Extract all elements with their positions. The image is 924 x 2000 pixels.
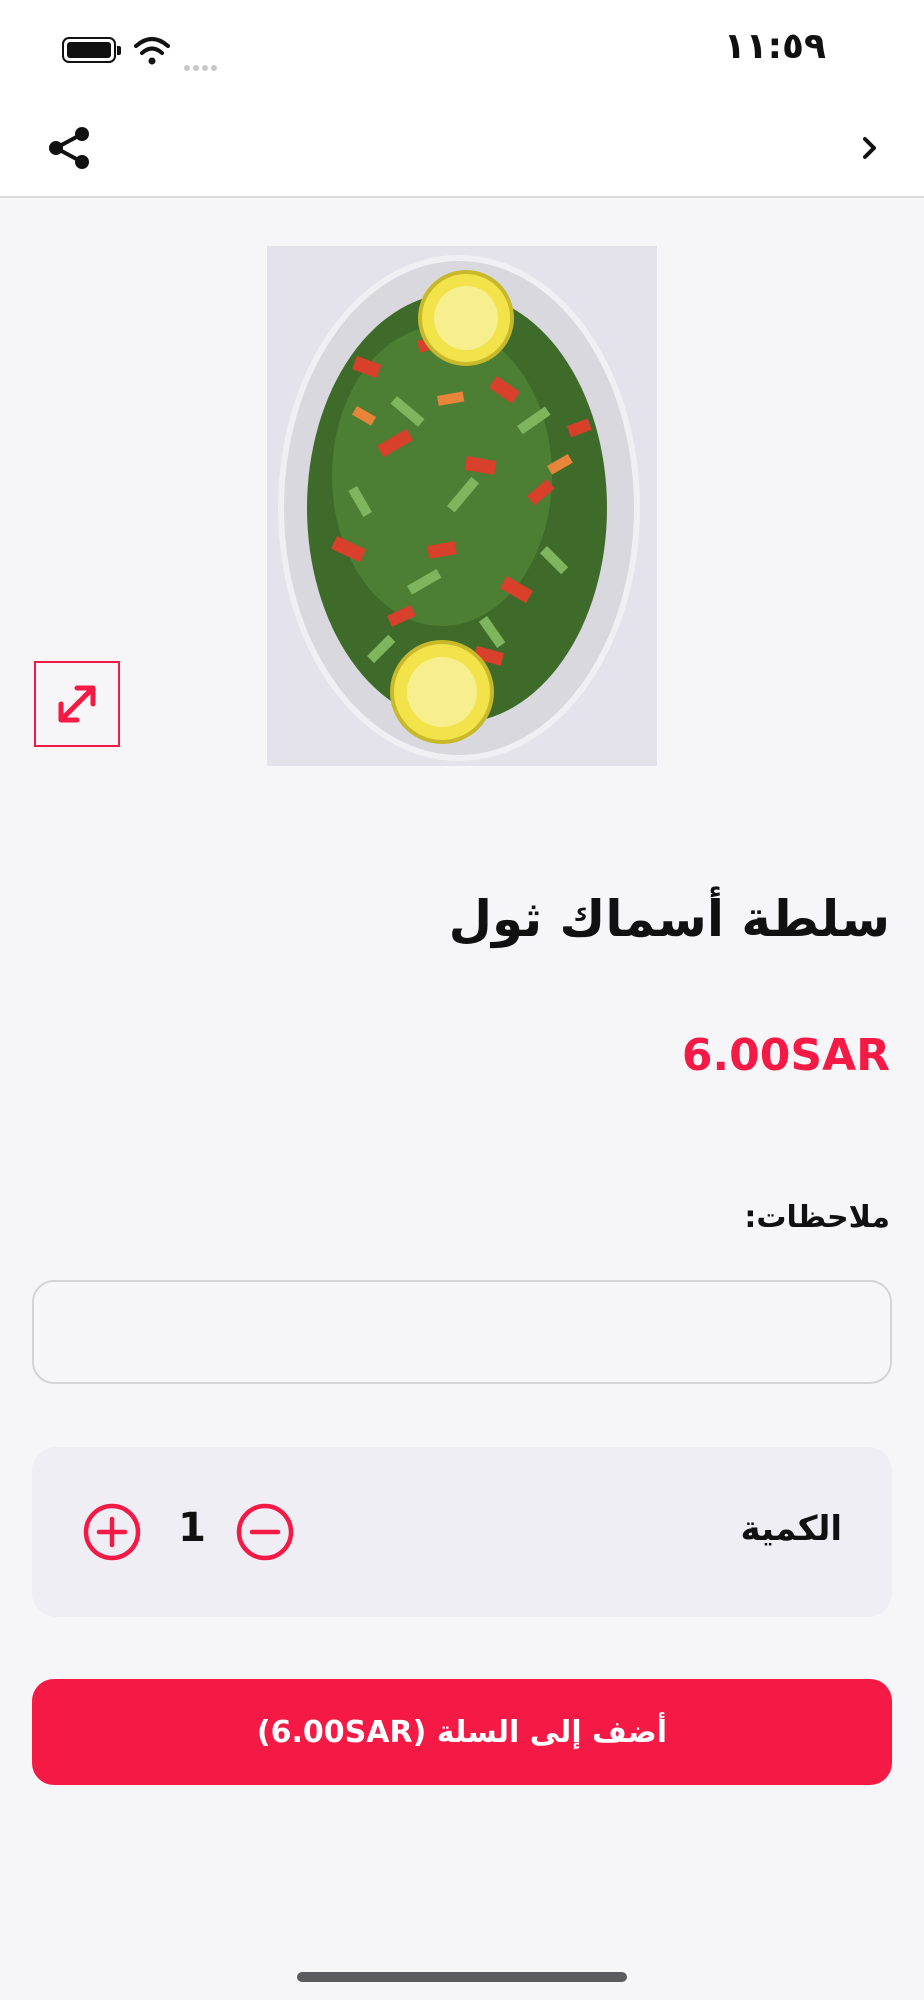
expand-icon [58, 685, 96, 723]
battery-icon [62, 37, 121, 63]
share-icon [49, 127, 89, 169]
add-to-cart-button[interactable]: أضف إلى السلة (6.00SAR) [32, 1679, 892, 1785]
quantity-value: 1 [178, 1505, 206, 1551]
product-image[interactable] [267, 246, 657, 766]
minus-circle-icon [236, 1503, 294, 1561]
nav-bar [0, 100, 924, 198]
expand-image-button[interactable] [34, 661, 120, 747]
increase-quantity-button[interactable] [82, 1502, 142, 1562]
cellular-signal-icon [184, 56, 220, 75]
decrease-quantity-button[interactable] [235, 1502, 295, 1562]
product-title: سلطة أسماك ثول [448, 890, 890, 948]
home-indicator [297, 1972, 627, 1982]
status-time: ١١:٥٩ [723, 26, 826, 67]
chevron-right-icon [863, 137, 876, 159]
quantity-label: الكمية [740, 1509, 843, 1549]
notes-input[interactable] [32, 1280, 892, 1384]
product-price: 6.00SAR [681, 1030, 890, 1081]
quantity-selector: 1 الكمية [32, 1447, 892, 1617]
plus-circle-icon [83, 1503, 141, 1561]
salad-photo [267, 246, 657, 766]
wifi-icon [134, 37, 170, 65]
share-button[interactable] [44, 122, 96, 174]
notes-label: ملاحظات: [744, 1200, 890, 1235]
status-bar: ١١:٥٩ [0, 0, 924, 100]
back-button[interactable] [846, 124, 894, 172]
